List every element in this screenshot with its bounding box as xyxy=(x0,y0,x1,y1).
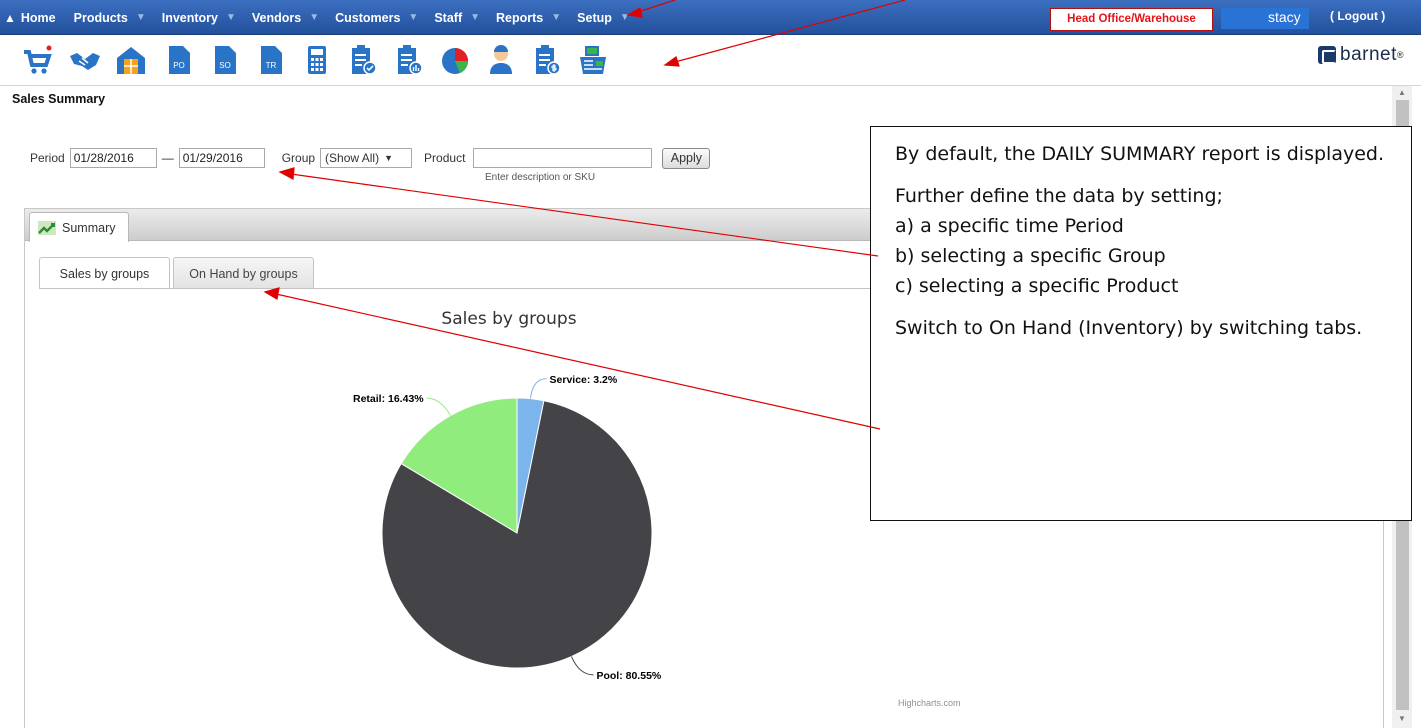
pie-label-retail: Retail: 16.43% xyxy=(353,393,424,405)
annotation-callout: By default, the DAILY SUMMARY report is … xyxy=(870,126,1412,521)
callout-define-text: Further define the data by setting; xyxy=(895,185,1223,207)
chart-title: Sales by groups xyxy=(441,309,576,329)
callout-option-b: b) selecting a specific Group xyxy=(895,245,1166,267)
callout-switch-text: Switch to On Hand (Inventory) by switchi… xyxy=(895,317,1363,339)
callout-option-a: a) a specific time Period xyxy=(895,215,1124,237)
callout-option-c: c) selecting a specific Product xyxy=(895,275,1179,297)
chart-credit: Highcharts.com xyxy=(898,698,961,708)
pie-label-pool: Pool: 80.55% xyxy=(596,670,661,682)
pie-connector-service xyxy=(530,378,547,399)
pie-connector-retail xyxy=(426,397,451,416)
pie-label-service: Service: 3.2% xyxy=(550,374,618,386)
callout-default-text: By default, the DAILY SUMMARY report is … xyxy=(895,143,1384,165)
scroll-up-icon[interactable]: ▲ xyxy=(1398,88,1406,97)
pie-connector-pool xyxy=(570,656,594,676)
scroll-down-icon[interactable]: ▼ xyxy=(1398,714,1406,723)
